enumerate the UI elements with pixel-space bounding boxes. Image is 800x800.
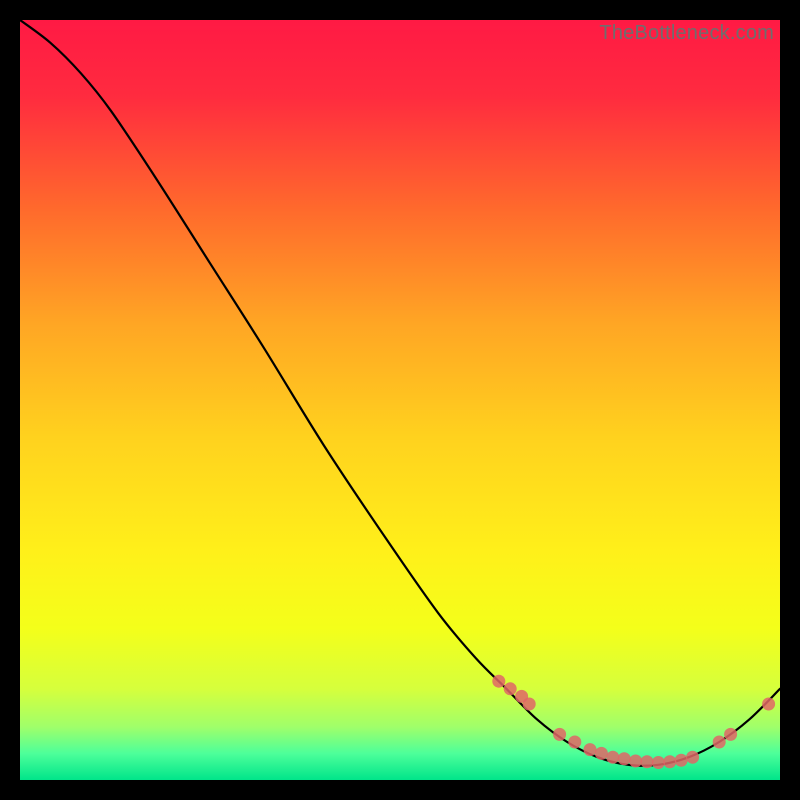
fit-marker bbox=[762, 698, 775, 711]
fit-marker bbox=[641, 755, 654, 768]
bottleneck-chart bbox=[20, 20, 780, 780]
fit-marker bbox=[606, 751, 619, 764]
watermark-text: TheBottleneck.com bbox=[599, 22, 774, 45]
fit-marker bbox=[663, 755, 676, 768]
fit-marker bbox=[675, 754, 688, 767]
chart-frame: TheBottleneck.com bbox=[20, 20, 780, 780]
fit-marker bbox=[568, 736, 581, 749]
fit-marker bbox=[618, 752, 631, 765]
fit-marker bbox=[523, 698, 536, 711]
fit-marker bbox=[584, 743, 597, 756]
fit-marker bbox=[629, 755, 642, 768]
fit-marker bbox=[686, 751, 699, 764]
fit-marker bbox=[724, 728, 737, 741]
fit-marker bbox=[595, 747, 608, 760]
fit-marker bbox=[504, 682, 517, 695]
fit-marker bbox=[652, 756, 665, 769]
fit-marker bbox=[553, 728, 566, 741]
fit-marker bbox=[492, 675, 505, 688]
fit-marker bbox=[713, 736, 726, 749]
chart-background bbox=[20, 20, 780, 780]
